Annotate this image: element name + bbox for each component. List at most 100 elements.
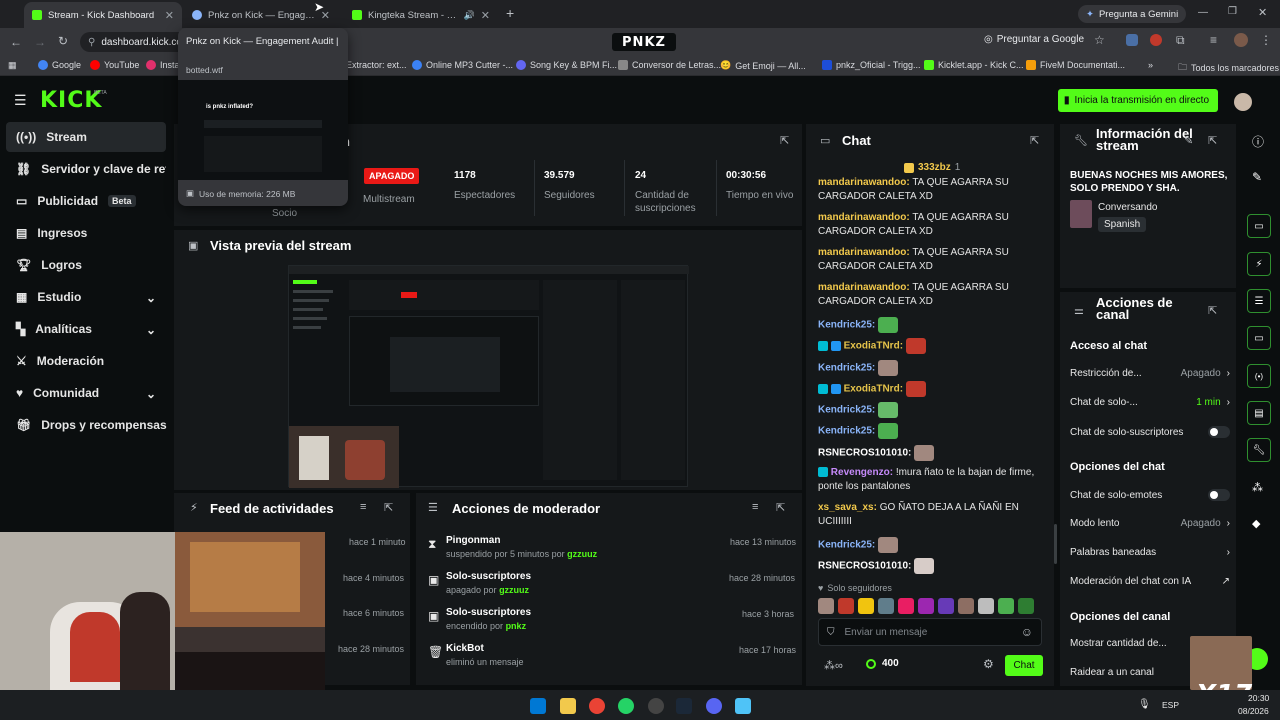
forward-arrow-icon[interactable]: → bbox=[34, 35, 46, 49]
sidebar-item-analytics[interactable]: ▚ Analíticas ⌄ bbox=[6, 314, 166, 344]
emote-icon[interactable] bbox=[858, 598, 874, 614]
bookmark-instagram[interactable]: Insta bbox=[146, 60, 180, 70]
puzzle-icon[interactable]: ⧉ bbox=[1176, 33, 1185, 48]
emote-icon[interactable] bbox=[818, 598, 834, 614]
media-icon[interactable]: ≡ bbox=[1210, 33, 1217, 47]
sidebar-item-stream[interactable]: ((•)) Stream bbox=[6, 122, 166, 152]
category-thumbnail[interactable] bbox=[1070, 200, 1092, 228]
emote-icon[interactable] bbox=[978, 598, 994, 614]
rail-chat-button[interactable]: ▭ bbox=[1247, 326, 1271, 350]
channel-points[interactable]: 400 bbox=[866, 658, 899, 669]
sidebar-item-achievements[interactable]: 🏆︎ Logros bbox=[6, 250, 166, 280]
mod-action-by[interactable]: pnkz bbox=[506, 621, 527, 631]
back-arrow-icon[interactable]: ← bbox=[10, 35, 22, 49]
tab-kick-dashboard[interactable]: Stream - Kick Dashboard ✕ bbox=[24, 2, 182, 28]
ask-google-button[interactable]: ◎ Preguntar a Google bbox=[984, 34, 1084, 45]
rail-broadcast-button[interactable]: (•) bbox=[1247, 364, 1271, 388]
chat-username[interactable]: mandarinawandoo bbox=[818, 282, 906, 293]
subs-only-setting[interactable]: Chat de solo-suscriptores bbox=[1070, 426, 1230, 438]
banned-words-setting[interactable]: Palabras baneadas › bbox=[1070, 547, 1230, 558]
star-icon[interactable]: ☆ bbox=[1094, 33, 1105, 47]
chat-username[interactable]: xs_sava_xs bbox=[818, 502, 874, 513]
chat-username[interactable]: Kendrick25 bbox=[818, 405, 872, 416]
gear-icon[interactable]: ⚙ bbox=[983, 657, 994, 671]
popout-icon[interactable]: ⇱ bbox=[1030, 134, 1039, 147]
more-bookmarks-icon[interactable]: » bbox=[1148, 60, 1153, 70]
emote-icon[interactable] bbox=[958, 598, 974, 614]
profile-avatar[interactable] bbox=[1234, 33, 1248, 47]
emoji-icon[interactable]: ☺ bbox=[1021, 625, 1033, 639]
rail-wrench-button[interactable]: 🔧︎ bbox=[1247, 438, 1271, 462]
bookmark-conversor[interactable]: Conversor de Letras... bbox=[618, 60, 721, 70]
clock-time[interactable]: 20:30 bbox=[1248, 693, 1269, 703]
emotes-only-toggle[interactable] bbox=[1208, 489, 1230, 501]
close-icon[interactable]: ✕ bbox=[481, 9, 490, 22]
emotes-only-setting[interactable]: Chat de solo-emotes bbox=[1070, 489, 1230, 501]
tab-kingteka-stream[interactable]: Kingteka Stream - Watch Live 🔊 ✕ bbox=[344, 2, 498, 28]
emote-icon[interactable] bbox=[878, 598, 894, 614]
steam-icon[interactable] bbox=[676, 698, 692, 714]
popout-icon[interactable]: ⇱ bbox=[1208, 134, 1217, 147]
apps-grid-icon[interactable]: ▦ bbox=[8, 60, 17, 71]
chat-username[interactable]: Kendrick25 bbox=[818, 320, 872, 331]
emote-icon[interactable] bbox=[898, 598, 914, 614]
gemini-button[interactable]: ✦ Pregunta a Gemini bbox=[1078, 5, 1187, 23]
popout-icon[interactable]: ⇱ bbox=[384, 501, 393, 514]
user-avatar[interactable] bbox=[1234, 93, 1252, 111]
emote-icon[interactable] bbox=[1018, 598, 1034, 614]
chat-scrollbar[interactable] bbox=[1054, 524, 1057, 564]
speaker-icon[interactable]: 🔊 bbox=[464, 10, 475, 21]
emote-icon[interactable] bbox=[998, 598, 1014, 614]
chat-username[interactable]: Revengenzo bbox=[831, 467, 890, 478]
emote-icon[interactable] bbox=[918, 598, 934, 614]
rail-lightning-button[interactable]: ⚡︎ bbox=[1247, 252, 1271, 276]
new-tab-button[interactable]: + bbox=[506, 5, 514, 21]
sidebar-item-moderation[interactable]: ⚔ Moderación bbox=[6, 346, 166, 376]
send-chat-button[interactable]: Chat bbox=[1005, 655, 1043, 676]
sidebar-item-community[interactable]: ♥ Comunidad ⌄ bbox=[6, 378, 166, 408]
bookmark-google[interactable]: Google bbox=[38, 60, 81, 70]
file-explorer-icon[interactable] bbox=[560, 698, 576, 714]
start-stream-button[interactable]: ▮ Inicia la transmisión en directo bbox=[1058, 89, 1218, 112]
subs-only-toggle[interactable] bbox=[1208, 426, 1230, 438]
chat-username[interactable]: Kendrick25 bbox=[818, 540, 872, 551]
pinned-gifter[interactable]: 333zbz 1 bbox=[904, 162, 960, 173]
bookmark-kicklet[interactable]: Kicklet.app - Kick C... bbox=[924, 60, 1024, 70]
edit-pencil-icon[interactable]: ✎ bbox=[1184, 134, 1193, 147]
rail-list-button[interactable]: ☰ bbox=[1247, 289, 1271, 313]
maximize-button[interactable]: ❐ bbox=[1228, 6, 1237, 17]
rail-stream-info-button[interactable]: ▭ bbox=[1247, 214, 1271, 238]
sidebar-item-studio[interactable]: ▦ Estudio ⌄ bbox=[6, 282, 166, 312]
kebab-menu-icon[interactable]: ⋮ bbox=[1260, 33, 1272, 47]
bookmark-extractor[interactable]: Extractor: ext... bbox=[346, 60, 407, 70]
emote-icon[interactable] bbox=[838, 598, 854, 614]
chat-username[interactable]: Kendrick25 bbox=[818, 426, 872, 437]
clock-date[interactable]: 08/2026 bbox=[1238, 706, 1269, 716]
bookmark-songkey[interactable]: Song Key & BPM Fi... bbox=[516, 60, 617, 70]
share-icon[interactable]: ⁂ bbox=[1252, 481, 1263, 494]
sidebar-item-revenue[interactable]: ▤ Ingresos bbox=[6, 218, 166, 248]
stream-preview-video[interactable] bbox=[288, 265, 689, 488]
slow-mode-setting[interactable]: Modo lento Apagado › bbox=[1070, 518, 1230, 529]
filter-icon[interactable]: ≡ bbox=[752, 501, 758, 513]
restriction-setting[interactable]: Restricción de... Apagado › bbox=[1070, 368, 1230, 379]
chat-username[interactable]: mandarinawandoo bbox=[818, 212, 906, 223]
popout-icon[interactable]: ⇱ bbox=[1208, 304, 1217, 317]
sidebar-item-drops[interactable]: 🎁︎ Drops y recompensas bbox=[6, 410, 167, 440]
extension-icon[interactable] bbox=[1126, 34, 1138, 46]
chat-username[interactable]: ExodiaTNrd bbox=[844, 341, 900, 352]
extension-record-icon[interactable] bbox=[1150, 34, 1162, 46]
sidebar-item-ads[interactable]: ▭ Publicidad Beta bbox=[6, 186, 166, 216]
language-indicator[interactable]: ESP bbox=[1162, 700, 1179, 710]
bookmark-mp3cutter[interactable]: Online MP3 Cutter -... bbox=[412, 60, 513, 70]
bookmark-youtube[interactable]: YouTube bbox=[90, 60, 139, 70]
mod-action-by[interactable]: gzzuuz bbox=[499, 585, 529, 595]
obs-icon[interactable] bbox=[648, 698, 664, 714]
ai-moderation-setting[interactable]: Moderación del chat con IA ↗ bbox=[1070, 576, 1230, 587]
sidebar-item-server-key[interactable]: ⛓ Servidor y clave de retransmisión bbox=[6, 154, 166, 184]
windows-start-icon[interactable] bbox=[530, 698, 546, 714]
chat-username[interactable]: ExodiaTNrd bbox=[844, 384, 900, 395]
bookmark-pnkz-trigger[interactable]: pnkz_Oficial - Trigg... bbox=[822, 60, 921, 70]
url-field[interactable]: ⚲ dashboard.kick.com bbox=[80, 32, 180, 52]
gift-icon[interactable]: ◆ bbox=[1252, 517, 1260, 530]
